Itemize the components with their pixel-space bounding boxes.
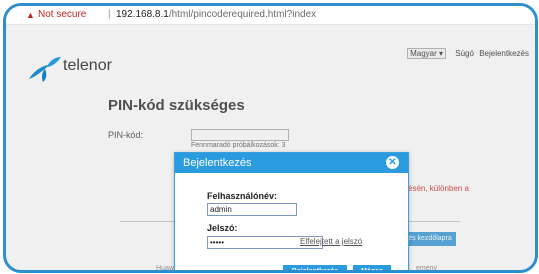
security-indicator[interactable]: Not secure [38,6,86,24]
cancel-button[interactable]: Mégse [353,265,391,270]
close-icon[interactable]: ✕ [386,156,399,169]
url-text[interactable]: 192.168.8.1/html/pincoderequired.html?in… [116,6,316,24]
login-dialog: Bejelentkezés ✕ Felhasználónév: admin Je… [174,152,409,270]
url-host: 192.168.8.1 [116,9,169,20]
warning-icon: ▲ [26,10,35,20]
login-dialog-header: Bejelentkezés ✕ [175,153,408,173]
address-separator: | [108,9,111,20]
login-button[interactable]: Bejelentkezés [283,265,347,270]
password-label: Jelszó: [207,223,238,233]
screenshot-frame: ▲ Not secure | 192.168.8.1/html/pincoder… [3,3,538,273]
username-label: Felhasználónév: [207,191,278,201]
username-field[interactable]: admin [207,203,297,216]
login-dialog-title: Bejelentkezés [183,157,252,169]
forgot-password-link[interactable]: Elfelejtett a jelszó [300,237,362,246]
address-bar[interactable]: ▲ Not secure | 192.168.8.1/html/pincoder… [6,6,535,25]
url-path: /html/pincoderequired.html?index [168,9,317,20]
